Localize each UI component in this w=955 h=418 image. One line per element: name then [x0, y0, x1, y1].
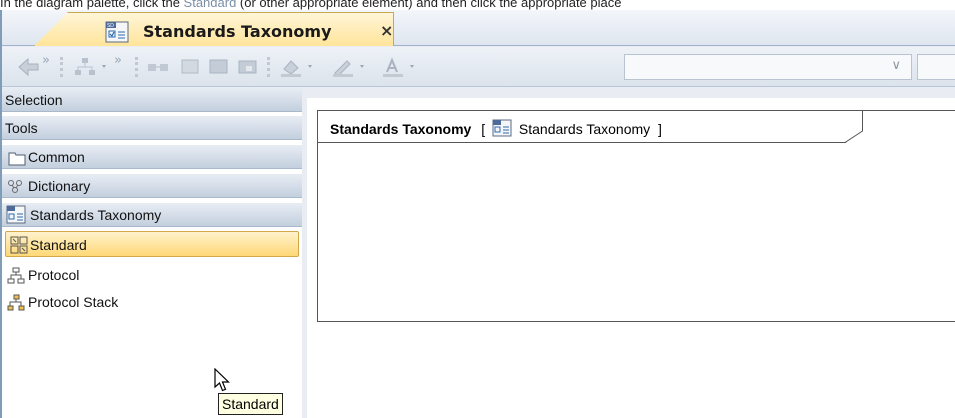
shape-icon[interactable] [207, 55, 231, 79]
sd-diagram-icon [492, 119, 512, 140]
line-color-icon[interactable] [330, 55, 374, 79]
grid-icon[interactable] [178, 55, 202, 79]
font-combo-box[interactable]: ∨ [624, 54, 912, 80]
toolbar-grip-2[interactable] [135, 57, 138, 77]
window-icon[interactable] [236, 55, 260, 79]
folder-icon [8, 149, 26, 173]
palette-header-tools[interactable]: Tools [2, 116, 302, 140]
layout-tree-icon[interactable] [72, 55, 112, 79]
palette-group-label: Dictionary [28, 178, 91, 194]
tab-title: Standards Taxonomy [143, 22, 332, 41]
frame-type-label: Standards Taxonomy [518, 121, 651, 137]
palette-group-dictionary[interactable]: Dictionary [2, 174, 302, 198]
tab-standards-taxonomy[interactable]: SD Standards Taxonomy × [34, 12, 394, 46]
palette-item-label: Protocol [28, 267, 80, 283]
palette-item-protocol[interactable]: Protocol [2, 262, 302, 288]
protocol-icon [7, 267, 25, 284]
palette-item-standard[interactable]: Standard [5, 231, 299, 257]
svg-text:SD: SD [107, 23, 114, 29]
chevron-down-icon[interactable]: ∨ [891, 58, 901, 73]
diagram-tab-strip: SD Standards Taxonomy × [2, 10, 955, 46]
fill-color-icon[interactable] [278, 55, 322, 79]
palette-group-standards-taxonomy[interactable]: Standards Taxonomy [2, 203, 302, 227]
diagram-frame[interactable]: Standards Taxonomy [ Standards Taxonomy … [317, 110, 955, 322]
caption-text-rest: (or other appropriate element) and then … [236, 0, 622, 10]
instruction-caption: In the diagram palette, click the Standa… [0, 0, 955, 10]
palette-item-label: Protocol Stack [28, 294, 119, 310]
close-bracket: ] [658, 121, 662, 137]
toolbar-overflow-button-2[interactable]: » [114, 49, 122, 73]
font-size-field[interactable] [917, 54, 955, 80]
sd-diagram-icon [6, 205, 26, 232]
palette-header-selection[interactable]: Selection [2, 88, 302, 112]
back-arrow-icon[interactable] [16, 55, 42, 79]
sd-diagram-icon: SD [105, 21, 129, 46]
diagram-palette: Selection Tools Common Dictionary Standa… [2, 88, 302, 418]
dictionary-icon [7, 178, 25, 202]
palette-tooltip: Standard [218, 393, 283, 415]
palette-item-protocol-stack[interactable]: Protocol Stack [2, 289, 302, 315]
diagram-frame-header: Standards Taxonomy [ Standards Taxonomy … [318, 111, 863, 143]
caption-link-standard[interactable]: Standard [184, 0, 237, 10]
insert-element-icon[interactable] [146, 55, 170, 79]
application-window: SD Standards Taxonomy × » » ∨ Selection … [0, 10, 955, 418]
frame-name: Standards Taxonomy [330, 121, 472, 137]
toolbar-grip[interactable] [60, 57, 63, 77]
palette-item-label: Standard [30, 237, 87, 253]
palette-group-common[interactable]: Common [2, 145, 302, 169]
toolbar-overflow-button[interactable]: » [42, 49, 50, 73]
diagram-canvas[interactable]: Standards Taxonomy [ Standards Taxonomy … [307, 98, 955, 418]
palette-group-label: Common [28, 149, 85, 165]
caption-text: In the diagram palette, click the [0, 0, 184, 10]
diagram-frame-label: Standards Taxonomy [ Standards Taxonomy … [330, 119, 662, 140]
open-bracket: [ [481, 121, 486, 137]
text-color-icon[interactable] [380, 55, 424, 79]
close-icon[interactable]: × [380, 21, 393, 40]
palette-group-label: Standards Taxonomy [30, 207, 162, 223]
standard-icon [10, 236, 28, 254]
diagram-toolbar: » » ∨ [2, 47, 955, 87]
toolbar-grip-3[interactable] [267, 57, 270, 77]
protocol-stack-icon [7, 294, 25, 311]
